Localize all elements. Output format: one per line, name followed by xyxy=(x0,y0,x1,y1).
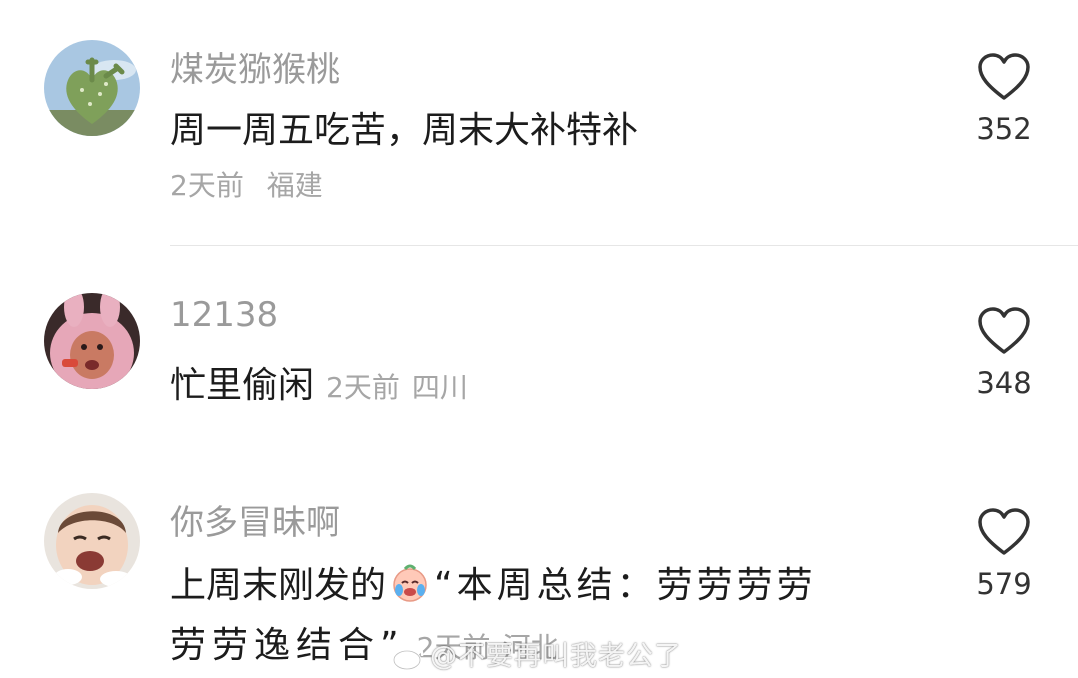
comment-location: 福建 xyxy=(266,169,323,202)
user-avatar[interactable] xyxy=(44,40,140,136)
username[interactable]: 12138 xyxy=(170,295,278,335)
username[interactable]: 煤炭猕猴桃 xyxy=(170,42,340,91)
like-count: 352 xyxy=(976,112,1032,146)
like-button[interactable]: 579 xyxy=(974,507,1034,601)
watermark-text: @不要再叫我老公了 xyxy=(430,641,682,672)
pink-bunny-hood-avatar-icon xyxy=(44,293,140,389)
comment-item: 煤炭猕猴桃 周一周五吃苦，周末大补特补 2天前 福建 352 xyxy=(0,0,1078,246)
comment-text-part: 劳劳逸结合” xyxy=(170,625,405,666)
like-count: 348 xyxy=(976,366,1032,400)
comment-item: 12138 忙里偷闲 2天前 四川 348 xyxy=(0,246,1078,476)
like-button[interactable]: 352 xyxy=(974,52,1034,146)
watermark: @不要再叫我老公了 xyxy=(392,634,682,673)
comment-text: 周一周五吃苦，周末大补特补 xyxy=(170,110,639,151)
weibo-logo-icon xyxy=(392,645,424,671)
like-count: 579 xyxy=(976,567,1032,601)
crying-baby-avatar-icon xyxy=(44,493,140,589)
comment-time: 2天前 xyxy=(170,169,244,202)
heart-icon xyxy=(978,307,1030,354)
comment-text-part: 上周末刚发的 xyxy=(170,565,387,606)
comment-meta: 2天前 福建 xyxy=(170,164,323,204)
comment-text-line: 忙里偷闲 2天前 四川 xyxy=(170,356,468,418)
username[interactable]: 你多冒昧啊 xyxy=(170,495,340,544)
comment-location: 四川 xyxy=(411,371,468,404)
user-avatar[interactable] xyxy=(44,493,140,589)
comment-time: 2天前 xyxy=(326,371,400,404)
heart-icon xyxy=(978,508,1030,555)
comment-text-part: “本周总结：劳劳劳劳 xyxy=(434,565,817,606)
heart-icon xyxy=(978,53,1030,100)
user-avatar[interactable] xyxy=(44,293,140,389)
cactus-heart-avatar-icon xyxy=(44,40,140,136)
crying-face-emoji-icon xyxy=(393,564,427,602)
like-button[interactable]: 348 xyxy=(974,306,1034,400)
comment-text: 忙里偷闲 xyxy=(170,365,315,406)
